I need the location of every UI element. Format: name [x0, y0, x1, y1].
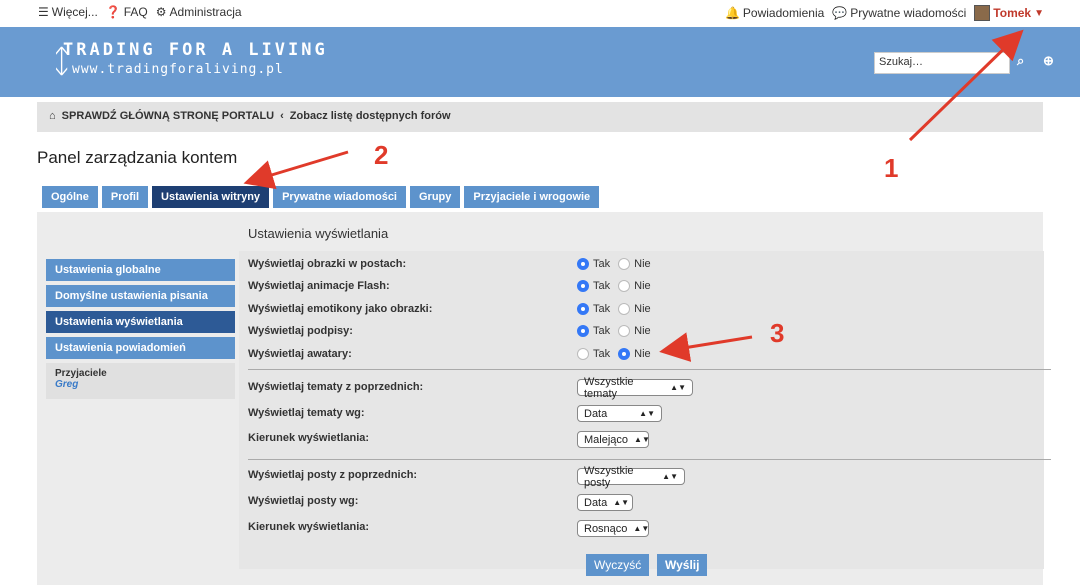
annotation-arrows	[243, 29, 1024, 362]
annotation-number-2: 2	[374, 140, 389, 170]
annotation-arrow-1	[908, 29, 1024, 142]
annotation-number-1: 1	[884, 153, 899, 183]
annotation-arrow-2	[243, 150, 349, 190]
annotation-number-3: 3	[770, 318, 785, 348]
annotation-arrow-3	[659, 332, 753, 362]
